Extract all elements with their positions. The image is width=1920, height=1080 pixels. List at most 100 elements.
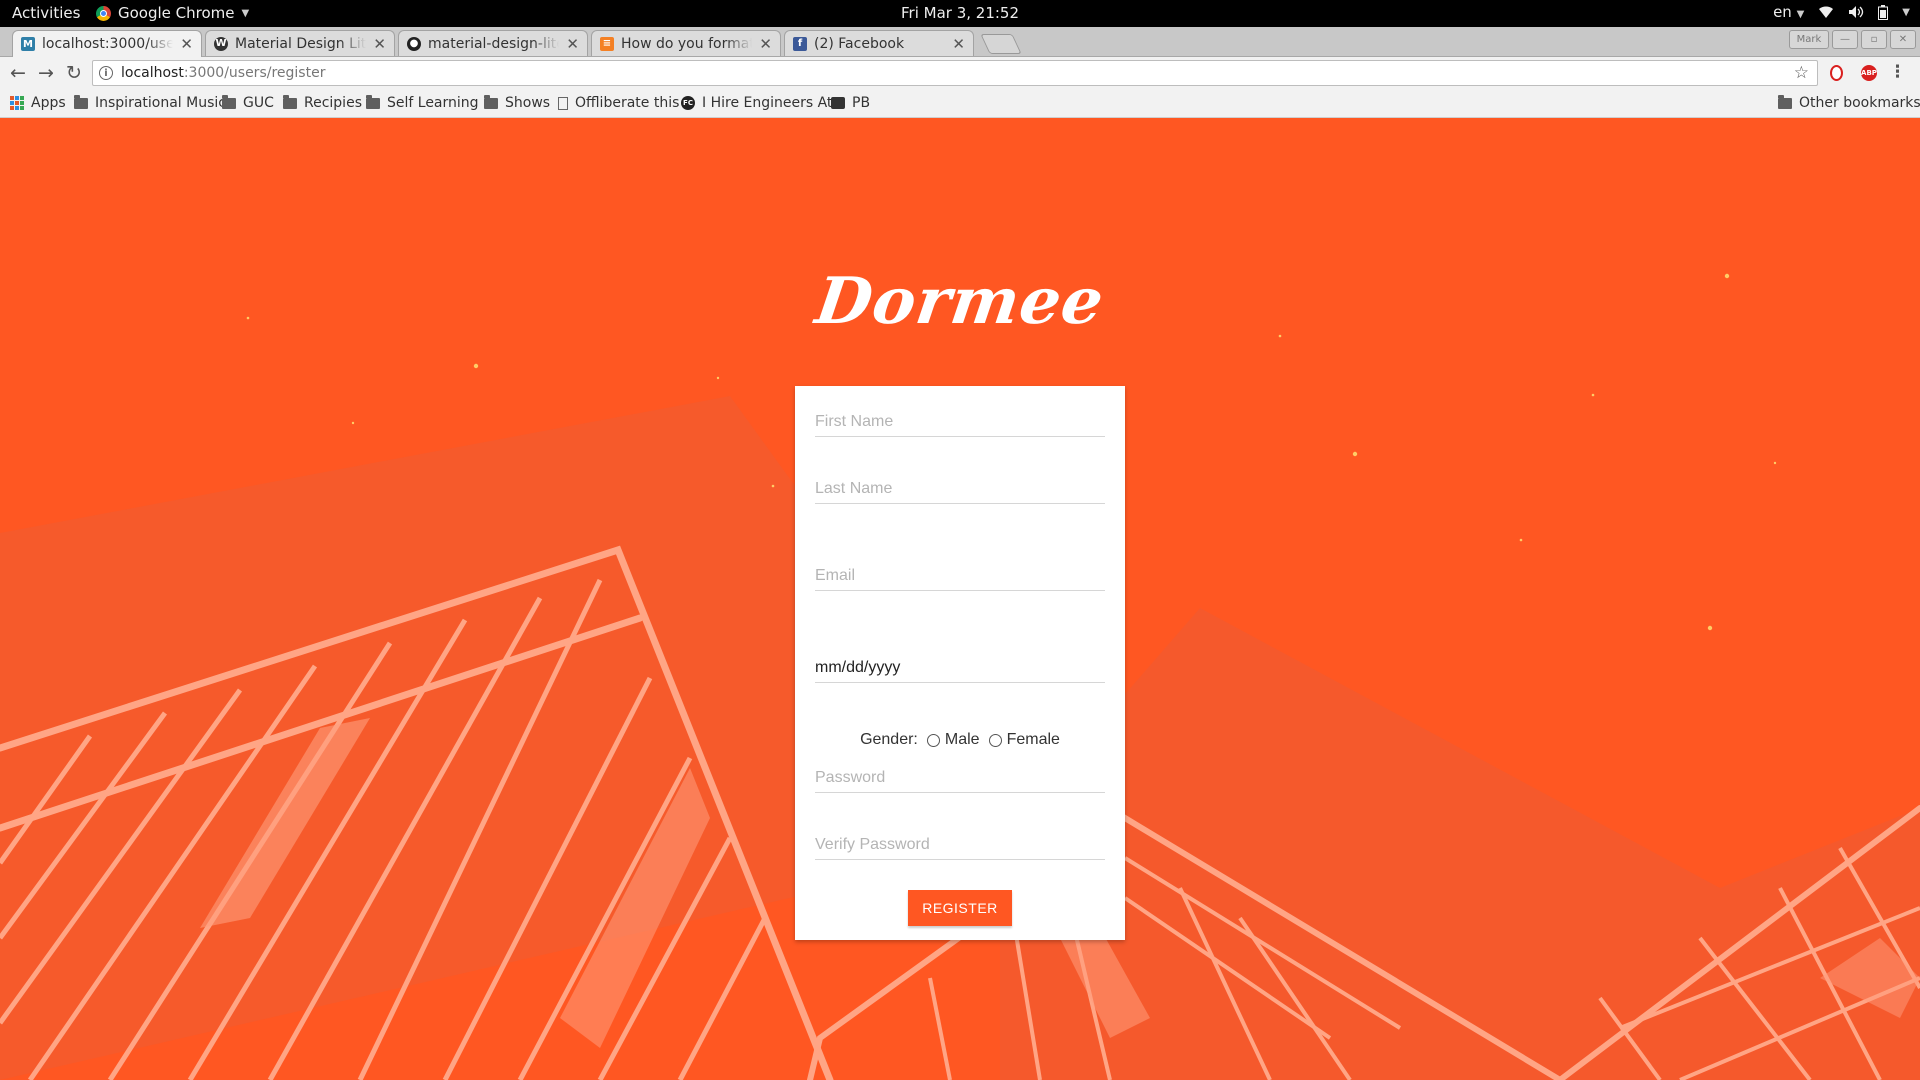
bookmark-apps[interactable]: Apps bbox=[10, 95, 66, 111]
gender-male-radio[interactable] bbox=[926, 733, 940, 747]
bookmark-label: Shows bbox=[505, 95, 551, 111]
system-top-bar: Activities Google Chrome ▼ Fri Mar 3, 21… bbox=[0, 0, 1920, 27]
system-tray[interactable]: en ▼ ▼ bbox=[1773, 3, 1910, 21]
maximize-button[interactable]: ▫ bbox=[1861, 30, 1887, 49]
screen: Activities Google Chrome ▼ Fri Mar 3, 21… bbox=[0, 0, 1920, 1080]
forward-arrow-icon[interactable]: → bbox=[35, 62, 57, 84]
bookmark-pb[interactable]: PB bbox=[831, 95, 870, 111]
new-tab-button[interactable] bbox=[980, 34, 1022, 54]
verify-password-input[interactable] bbox=[815, 833, 1105, 857]
browser-toolbar: ← → ↻ i localhost:3000/users/register ☆ … bbox=[0, 57, 1920, 90]
close-window-button[interactable]: ✕ bbox=[1890, 30, 1916, 49]
tab-title: localhost:3000/users/register bbox=[42, 36, 174, 52]
email-input[interactable] bbox=[815, 564, 1105, 588]
bookmark-self-learning[interactable]: Self Learning bbox=[366, 94, 479, 111]
bookmark-inspirational-music[interactable]: Inspirational Music bbox=[74, 94, 226, 111]
tab-github[interactable]: ● material-design-lite/src ✕ bbox=[398, 30, 588, 56]
birthdate-input[interactable] bbox=[815, 656, 1105, 680]
bookmark-star-icon[interactable]: ☆ bbox=[1794, 63, 1809, 83]
chrome-menu-icon[interactable]: ⋮ bbox=[1889, 62, 1906, 82]
bookmark-label: Self Learning bbox=[387, 95, 479, 111]
chevron-down-icon: ▼ bbox=[1796, 9, 1805, 20]
app-name: Google Chrome bbox=[118, 4, 235, 22]
info-icon[interactable]: i bbox=[99, 66, 113, 80]
gender-female-label: Female bbox=[1006, 731, 1060, 748]
tab-title: material-design-lite/src bbox=[428, 35, 559, 52]
bookmark-label: Apps bbox=[31, 95, 66, 111]
verify-password-field bbox=[815, 833, 1105, 860]
page-icon bbox=[558, 96, 568, 110]
bookmark-label: Offliberate this bbox=[575, 95, 680, 111]
bookmark-shows[interactable]: Shows bbox=[484, 94, 551, 111]
tab-localhost-register[interactable]: M localhost:3000/users/register ✕ bbox=[12, 30, 202, 57]
close-icon[interactable]: ✕ bbox=[952, 35, 965, 53]
bookmark-label: Inspirational Music bbox=[95, 95, 226, 111]
wordpress-icon: W bbox=[214, 36, 228, 51]
dormee-logo: Dormee bbox=[811, 264, 1109, 339]
window-controls: Mark — ▫ ✕ bbox=[1789, 30, 1916, 49]
wifi-icon bbox=[1819, 6, 1834, 18]
gender-label: Gender: bbox=[860, 731, 918, 748]
bookmark-offliberate[interactable]: Offliberate this bbox=[558, 95, 679, 111]
close-icon[interactable]: ✕ bbox=[180, 35, 193, 53]
github-icon: ● bbox=[407, 36, 421, 51]
chevron-down-icon[interactable]: ▼ bbox=[1902, 7, 1910, 18]
profile-button[interactable]: Mark bbox=[1789, 30, 1829, 49]
url-host: localhost bbox=[121, 65, 184, 81]
password-field bbox=[815, 766, 1105, 793]
bookmark-label: GUC bbox=[243, 95, 274, 111]
tab-title: Material Design Lite bbox=[235, 35, 367, 52]
password-input[interactable] bbox=[815, 766, 1105, 790]
bus-icon bbox=[831, 97, 845, 109]
tab-title: (2) Facebook bbox=[814, 35, 905, 52]
url-path: :3000/users/register bbox=[183, 65, 326, 81]
folder-icon bbox=[283, 94, 297, 109]
folder-icon bbox=[222, 94, 236, 109]
tab-strip: M localhost:3000/users/register ✕ W Mate… bbox=[0, 27, 1920, 57]
email-field bbox=[815, 564, 1105, 591]
reload-icon[interactable]: ↻ bbox=[63, 62, 85, 84]
chevron-down-icon: ▼ bbox=[241, 7, 250, 19]
adblock-plus-icon[interactable]: ABP bbox=[1861, 65, 1877, 81]
folder-icon bbox=[484, 94, 498, 109]
other-bookmarks[interactable]: Other bookmarks bbox=[1778, 94, 1920, 111]
gender-group: Gender: Male Female bbox=[795, 731, 1125, 749]
tab-facebook[interactable]: f (2) Facebook ✕ bbox=[784, 30, 974, 56]
clock: Fri Mar 3, 21:52 bbox=[900, 4, 1019, 22]
activities-button[interactable]: Activities bbox=[12, 4, 80, 22]
tab-material-design-lite[interactable]: W Material Design Lite ✕ bbox=[205, 30, 395, 56]
fc-icon: FC bbox=[681, 96, 695, 110]
battery-icon bbox=[1878, 4, 1889, 20]
gender-female-radio[interactable] bbox=[988, 733, 1002, 747]
register-button[interactable]: REGISTER bbox=[908, 890, 1012, 926]
first-name-field bbox=[815, 410, 1105, 437]
bookmark-guc[interactable]: GUC bbox=[222, 94, 274, 111]
minimize-button[interactable]: — bbox=[1832, 30, 1858, 49]
language-indicator[interactable]: en ▼ bbox=[1773, 3, 1804, 21]
mdl-favicon-icon: M bbox=[21, 37, 35, 51]
facebook-icon: f bbox=[793, 36, 807, 51]
bookmark-label: Recipies bbox=[304, 95, 362, 111]
opera-extension-icon[interactable] bbox=[1830, 65, 1843, 81]
page-viewport: Dormee Gender: Male Female bbox=[0, 118, 1920, 1080]
close-icon[interactable]: ✕ bbox=[759, 35, 772, 53]
tab-stackoverflow[interactable]: ≡ How do you format code ✕ bbox=[591, 30, 781, 56]
app-menu[interactable]: Google Chrome ▼ bbox=[96, 4, 249, 22]
close-icon[interactable]: ✕ bbox=[373, 35, 386, 53]
folder-icon bbox=[74, 94, 88, 109]
birthdate-field bbox=[815, 656, 1105, 683]
tab-title: How do you format code bbox=[621, 35, 753, 52]
stackoverflow-icon: ≡ bbox=[600, 36, 614, 51]
first-name-input[interactable] bbox=[815, 410, 1105, 434]
bookmark-hire-engineers[interactable]: FC I Hire Engineers At bbox=[681, 95, 832, 111]
close-icon[interactable]: ✕ bbox=[566, 35, 579, 53]
last-name-input[interactable] bbox=[815, 477, 1105, 501]
back-arrow-icon[interactable]: ← bbox=[7, 62, 29, 84]
bookmark-label: I Hire Engineers At bbox=[702, 95, 833, 111]
folder-icon bbox=[1778, 94, 1792, 109]
language-label: en bbox=[1773, 3, 1792, 21]
bookmark-recipies[interactable]: Recipies bbox=[283, 94, 362, 111]
register-card: Gender: Male Female REGISTER bbox=[795, 386, 1125, 940]
address-bar[interactable]: i localhost:3000/users/register ☆ bbox=[92, 60, 1818, 86]
chrome-icon bbox=[96, 5, 111, 21]
